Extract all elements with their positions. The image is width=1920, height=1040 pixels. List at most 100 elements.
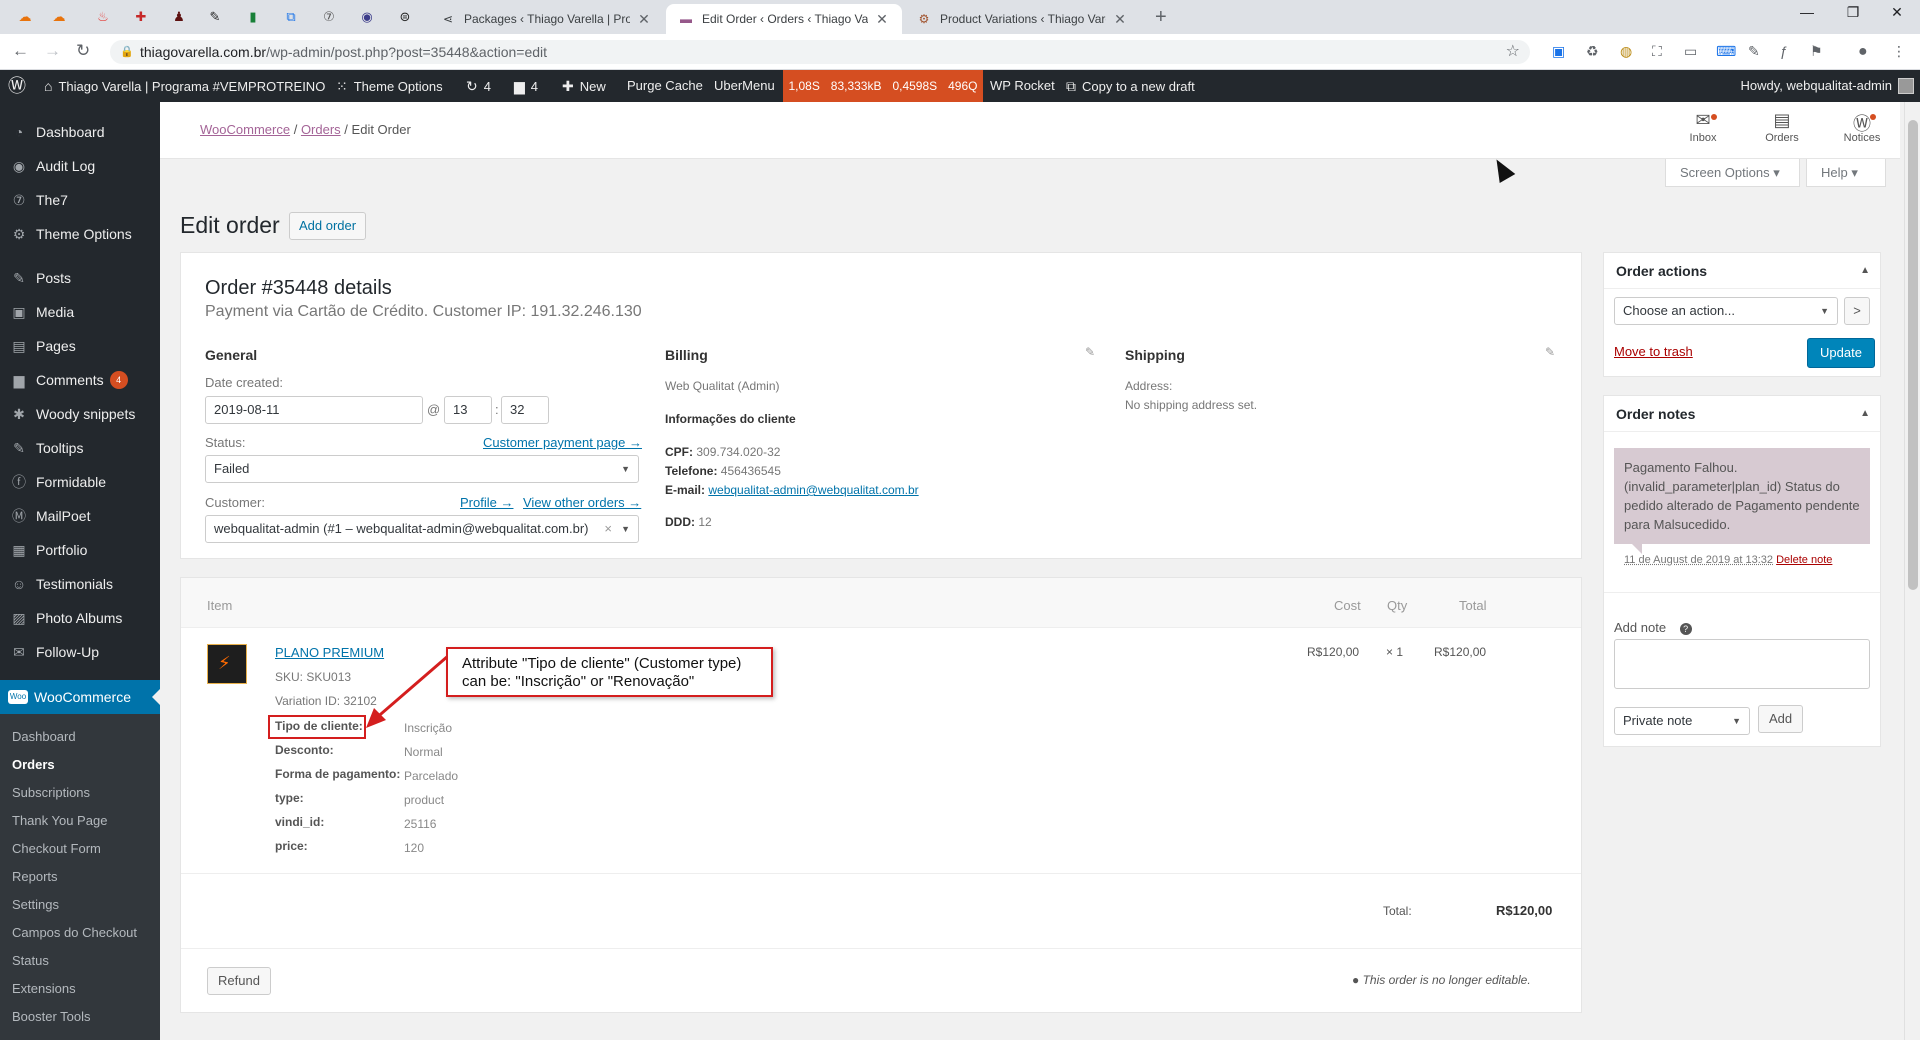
sidebar-item-woody-snippets[interactable]: ✱ Woody snippets	[0, 397, 160, 431]
submenu-reports[interactable]: Reports	[12, 869, 58, 884]
submenu-orders[interactable]: Orders	[12, 757, 55, 772]
pinned-tab-icon[interactable]: ✎	[200, 5, 230, 29]
apply-action-button[interactable]: >	[1844, 297, 1870, 325]
clear-icon[interactable]: ×	[604, 516, 612, 542]
view-other-orders-link[interactable]: View other orders →	[523, 495, 641, 510]
pinned-tab-icon[interactable]: ⊜	[390, 5, 420, 29]
sidebar-item-pages[interactable]: ▤ Pages	[0, 329, 160, 363]
minimize-icon[interactable]: —	[1784, 4, 1830, 20]
extension-icon[interactable]: ⌨	[1716, 43, 1736, 60]
sidebar-item-posts[interactable]: ✎ Posts	[0, 261, 160, 295]
sidebar-item-dashboard[interactable]: ◔ Dashboard	[0, 115, 160, 149]
screen-options-button[interactable]: Screen Options ▾	[1665, 159, 1800, 187]
sidebar-item-portfolio[interactable]: ▦ Portfolio	[0, 533, 160, 567]
collapse-toggle-icon[interactable]: ▲	[1860, 396, 1870, 432]
move-to-trash-link[interactable]: Move to trash	[1614, 344, 1693, 359]
pinned-tab-icon[interactable]: ⑦	[314, 5, 344, 29]
admin-bar-copy-draft[interactable]: ⧉ Copy to a new draft	[1066, 70, 1195, 102]
submenu-booster-tools[interactable]: Booster Tools	[12, 1009, 91, 1024]
pinned-tab-icon[interactable]: ✚	[126, 5, 156, 29]
maximize-icon[interactable]: ❐	[1830, 4, 1876, 21]
back-icon[interactable]: ←	[12, 41, 29, 61]
forward-icon[interactable]: →	[44, 41, 61, 61]
notices-button[interactable]: Ⓦ Notices	[1832, 110, 1892, 144]
close-icon[interactable]: ✕	[1112, 11, 1128, 28]
sidebar-item-woocommerce[interactable]: Woo WooCommerce	[0, 680, 160, 714]
extension-icon[interactable]: ✎	[1748, 43, 1760, 60]
sidebar-item-theme-options[interactable]: ⚙ Theme Options	[0, 217, 160, 251]
breadcrumb-orders[interactable]: Orders	[301, 122, 341, 137]
admin-bar-updates[interactable]: ↻ 4	[466, 70, 491, 102]
admin-bar-new[interactable]: ✚ New	[562, 70, 606, 102]
customer-payment-page-link[interactable]: Customer payment page →	[483, 435, 642, 450]
profile-link[interactable]: Profile →	[460, 495, 513, 510]
bookmark-star-icon[interactable]: ☆	[1506, 40, 1520, 64]
page-scrollbar[interactable]	[1904, 102, 1920, 1040]
pinned-tab-icon[interactable]: ⧉	[276, 5, 306, 29]
minute-input[interactable]: 32	[501, 396, 549, 424]
submenu-extensions[interactable]: Extensions	[12, 981, 76, 996]
pinned-tab-icon[interactable]: ☁	[10, 5, 40, 29]
breadcrumb-woocommerce[interactable]: WooCommerce	[200, 122, 290, 137]
pinned-tab-icon[interactable]: ♨	[88, 5, 118, 29]
profile-icon[interactable]: ●	[1858, 43, 1868, 61]
refund-button[interactable]: Refund	[207, 967, 271, 995]
close-icon[interactable]: ✕	[636, 11, 652, 28]
menu-dots-icon[interactable]: ⋮	[1892, 43, 1906, 60]
extension-icon[interactable]: ▭	[1684, 43, 1697, 60]
sidebar-item-audit-log[interactable]: ◉ Audit Log	[0, 149, 160, 183]
admin-bar-performance[interactable]: 1,08S 83,333kB 0,4598S 496Q	[783, 70, 983, 102]
sidebar-item-tooltips[interactable]: ✎ Tooltips	[0, 431, 160, 465]
extension-icon[interactable]: ◍	[1620, 43, 1632, 60]
help-icon[interactable]: ?	[1679, 623, 1692, 635]
address-bar[interactable]: 🔒 thiagovarella.com.br/wp-admin/post.php…	[110, 40, 1530, 64]
pinned-tab-icon[interactable]: ▮	[238, 5, 268, 29]
hour-input[interactable]: 13	[444, 396, 492, 424]
add-note-textarea[interactable]	[1614, 639, 1870, 689]
reload-icon[interactable]: ↻	[76, 41, 90, 61]
window-close-icon[interactable]: ✕	[1874, 4, 1920, 21]
date-created-input[interactable]: 2019-08-11	[205, 396, 423, 424]
collapse-toggle-icon[interactable]: ▲	[1860, 253, 1870, 289]
avatar[interactable]	[1898, 78, 1914, 94]
submenu-settings[interactable]: Settings	[12, 897, 59, 912]
edit-billing-pencil-icon[interactable]: ✎	[1085, 345, 1095, 359]
admin-bar-howdy[interactable]: Howdy, webqualitat-admin	[1741, 70, 1893, 102]
submenu-campos-checkout[interactable]: Campos do Checkout	[12, 925, 137, 940]
add-note-button[interactable]: Add	[1758, 705, 1804, 733]
sidebar-item-follow-up[interactable]: ✉ Follow-Up	[0, 635, 160, 669]
sidebar-item-mailpoet[interactable]: Ⓜ MailPoet	[0, 499, 160, 533]
product-thumbnail[interactable]	[207, 644, 247, 684]
admin-bar-ubermenu[interactable]: UberMenu	[714, 70, 775, 102]
sidebar-item-photo-albums[interactable]: ▨ Photo Albums	[0, 601, 160, 635]
extension-icon[interactable]: ♻	[1586, 43, 1599, 60]
submenu-dashboard[interactable]: Dashboard	[12, 729, 76, 744]
help-button[interactable]: Help ▾	[1806, 159, 1886, 187]
sidebar-item-formidable[interactable]: ⓕ Formidable	[0, 465, 160, 499]
orders-button[interactable]: ▤ Orders	[1752, 110, 1812, 144]
email-link[interactable]: webqualitat-admin@webqualitat.com.br	[708, 483, 918, 497]
pinned-tab-icon[interactable]: ☁	[44, 5, 74, 29]
delete-note-link[interactable]: Delete note	[1776, 554, 1832, 566]
admin-bar-wp-rocket[interactable]: WP Rocket	[990, 70, 1055, 102]
admin-bar-comments[interactable]: ▆ 4	[514, 70, 538, 102]
extension-icon[interactable]: ⛶	[1652, 43, 1662, 60]
note-type-select[interactable]: Private note ▼	[1614, 707, 1750, 735]
tab-edit-order[interactable]: ▬ Edit Order ‹ Orders ‹ Thiago Vare ✕	[666, 4, 902, 34]
extension-icon[interactable]: ƒ	[1780, 43, 1788, 59]
extension-icon[interactable]: ▣	[1552, 43, 1565, 60]
admin-bar-site-name[interactable]: ⌂ Thiago Varella | Programa #VEMPROTREINO	[44, 70, 325, 102]
sidebar-item-media[interactable]: ▣ Media	[0, 295, 160, 329]
submenu-thank-you-page[interactable]: Thank You Page	[12, 813, 107, 828]
add-order-button[interactable]: Add order	[289, 212, 367, 240]
submenu-subscriptions[interactable]: Subscriptions	[12, 785, 90, 800]
tab-packages[interactable]: ⋖ Packages ‹ Thiago Varella | Progr ✕	[428, 4, 664, 34]
inbox-button[interactable]: ✉ Inbox	[1673, 110, 1733, 144]
submenu-status[interactable]: Status	[12, 953, 49, 968]
admin-bar-purge-cache[interactable]: Purge Cache	[627, 70, 703, 102]
edit-shipping-pencil-icon[interactable]: ✎	[1545, 345, 1555, 359]
order-action-select[interactable]: Choose an action... ▼	[1614, 297, 1838, 325]
sidebar-item-comments[interactable]: ▆ Comments 4	[0, 363, 160, 397]
new-tab-button[interactable]: +	[1155, 6, 1167, 29]
admin-bar-theme-options[interactable]: ⁙ Theme Options	[336, 70, 443, 102]
